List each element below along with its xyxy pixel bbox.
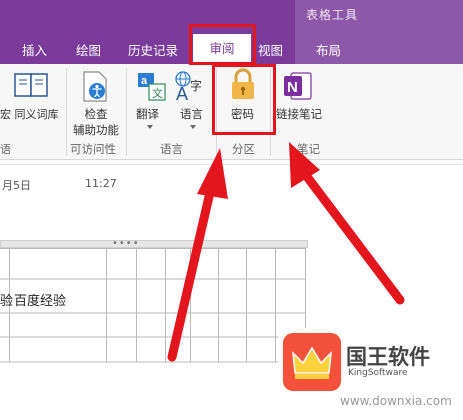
arrowhead-left [197,148,228,199]
onenote-window: 表格工具 插入 绘图 历史记录 审阅 视图 布局 宏 同义词库 语 检查 辅助功… [0,0,463,420]
arrow-right [300,169,405,305]
arrow-left [167,183,216,362]
annotation-arrows [167,142,405,362]
